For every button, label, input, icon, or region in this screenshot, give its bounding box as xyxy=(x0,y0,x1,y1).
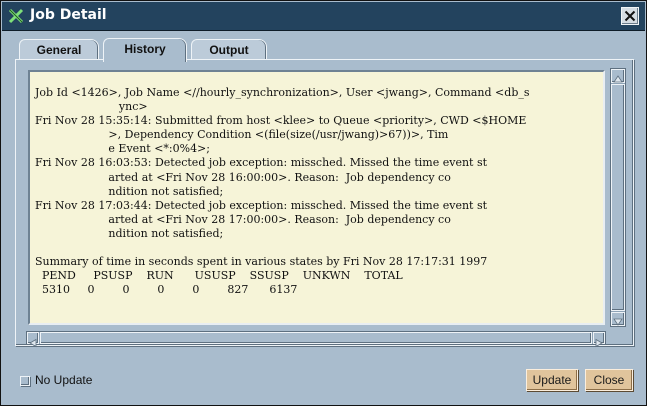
job-detail-window: Job Detail General History Output Job Id… xyxy=(0,0,647,406)
horizontal-scroll-thumb[interactable] xyxy=(40,332,592,344)
window-title: Job Detail xyxy=(30,7,107,23)
history-text-area[interactable]: Job Id <1426>, Job Name <//hourly_synchr… xyxy=(28,70,605,325)
scroll-right-button[interactable] xyxy=(593,332,605,348)
arrow-right-icon xyxy=(594,333,604,352)
close-button[interactable]: Close xyxy=(585,369,633,391)
horizontal-scrollbar[interactable] xyxy=(26,331,606,348)
no-update-checkbox[interactable] xyxy=(20,376,30,386)
scroll-up-button[interactable] xyxy=(611,69,625,83)
arrow-left-icon xyxy=(28,333,38,352)
tab-general[interactable]: General xyxy=(19,39,99,61)
arrow-down-icon xyxy=(612,313,624,332)
scroll-down-button[interactable] xyxy=(611,312,625,326)
history-panel: Job Id <1426>, Job Name <//hourly_synchr… xyxy=(15,59,634,348)
tab-history[interactable]: History xyxy=(103,38,187,62)
vertical-scroll-thumb[interactable] xyxy=(611,84,625,311)
title-bar[interactable]: Job Detail xyxy=(2,2,645,31)
update-button[interactable]: Update xyxy=(526,369,578,391)
no-update-label: No Update xyxy=(35,373,93,387)
scroll-left-button[interactable] xyxy=(27,332,39,348)
vertical-scrollbar[interactable] xyxy=(610,68,626,327)
history-text: Job Id <1426>, Job Name <//hourly_synchr… xyxy=(35,86,530,297)
x-logo-icon xyxy=(8,8,24,24)
tab-output[interactable]: Output xyxy=(191,39,267,61)
close-window-button[interactable] xyxy=(621,7,639,25)
